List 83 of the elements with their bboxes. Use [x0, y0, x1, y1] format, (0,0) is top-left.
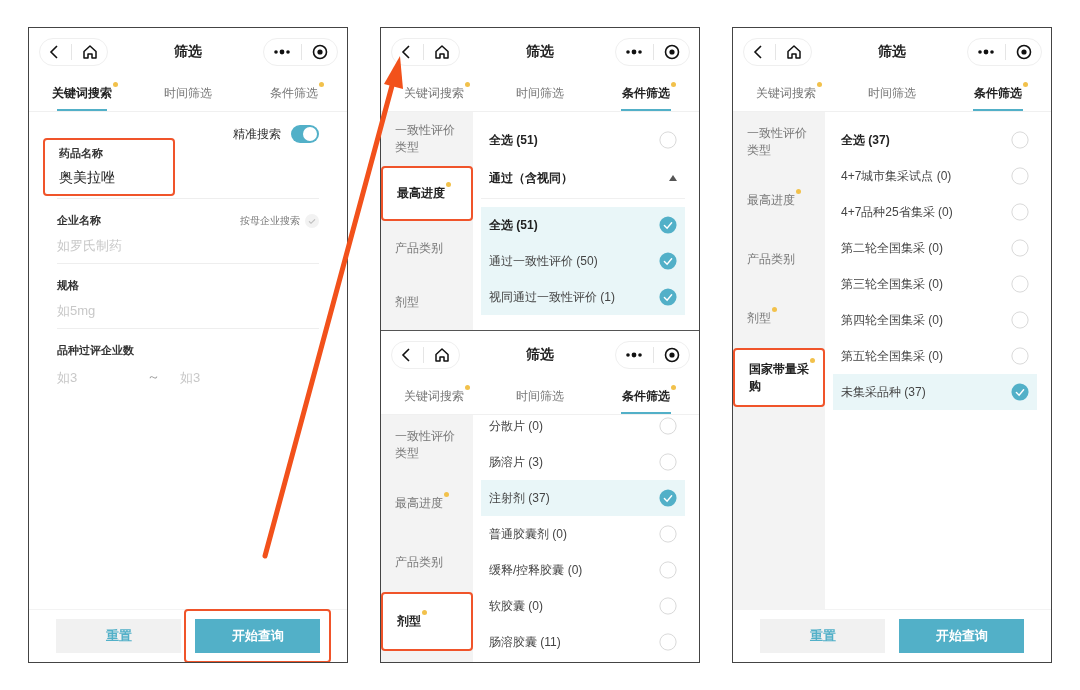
option-label[interactable]: 肠溶胶囊 (11) [489, 633, 561, 651]
home-icon[interactable] [434, 44, 450, 60]
option-label[interactable]: 肠溶片 (3) [489, 453, 543, 471]
page-title: 筛选 [174, 43, 202, 61]
option-label[interactable]: 全选 (37) [841, 131, 890, 149]
caret-up-icon[interactable] [669, 175, 677, 181]
radio-icon[interactable] [1011, 131, 1029, 149]
tab[interactable]: 时间筛选 [135, 76, 241, 111]
option-label[interactable]: 全选 (51) [489, 131, 538, 149]
radio-icon[interactable] [659, 417, 677, 435]
close-mini-program-icon[interactable] [664, 347, 680, 363]
radio-icon[interactable] [1011, 203, 1029, 221]
tab[interactable]: 关键词搜索 [29, 76, 135, 111]
field-label: 企业名称 [57, 213, 101, 228]
checked-radio-icon[interactable] [659, 288, 677, 306]
option-label[interactable]: 普通胶囊剂 (0) [489, 525, 567, 543]
radio-icon[interactable] [659, 525, 677, 543]
back-icon[interactable] [401, 348, 413, 362]
radio-icon[interactable] [659, 597, 677, 615]
checked-radio-icon[interactable] [1011, 383, 1029, 401]
sidebar-item[interactable]: 最高进度 [381, 166, 473, 222]
radio-icon[interactable] [659, 453, 677, 471]
checked-radio-icon[interactable] [659, 252, 677, 270]
tab[interactable]: 关键词搜索 [381, 379, 487, 414]
more-icon[interactable] [625, 352, 643, 358]
radio-icon[interactable] [1011, 311, 1029, 329]
radio-icon[interactable] [1011, 347, 1029, 365]
tab[interactable]: 时间筛选 [839, 76, 945, 111]
option-label[interactable]: 第四轮全国集采 (0) [841, 311, 943, 329]
option-label[interactable]: 缓释/控释胶囊 (0) [489, 561, 583, 579]
radio-icon[interactable] [1011, 167, 1029, 185]
close-mini-program-icon[interactable] [1016, 44, 1032, 60]
page-title: 筛选 [526, 43, 554, 61]
tab[interactable]: 条件筛选 [593, 379, 699, 414]
option-label[interactable]: 4+7品种25省集采 (0) [841, 203, 953, 221]
sidebar-item[interactable]: 国家带量采购 [733, 348, 825, 407]
radio-icon[interactable] [1011, 239, 1029, 257]
option-label[interactable]: 通过一致性评价 (50) [489, 252, 598, 270]
more-icon[interactable] [625, 49, 643, 55]
back-icon[interactable] [401, 45, 413, 59]
option-label[interactable]: 第三轮全国集采 (0) [841, 275, 943, 293]
toggle-switch[interactable] [291, 125, 319, 143]
tab[interactable]: 条件筛选 [945, 76, 1051, 111]
range-separator: ～ [147, 368, 161, 386]
home-icon[interactable] [82, 44, 98, 60]
back-icon[interactable] [753, 45, 765, 59]
tab[interactable]: 条件筛选 [593, 76, 699, 111]
option-label: 按母企业搜索 [240, 213, 300, 228]
home-icon[interactable] [434, 347, 450, 363]
sidebar-item[interactable]: 剂型 [381, 592, 473, 651]
page-title: 筛选 [526, 346, 554, 364]
tab[interactable]: 时间筛选 [487, 379, 593, 414]
radio-icon[interactable] [1011, 275, 1029, 293]
tab[interactable]: 关键词搜索 [733, 76, 839, 111]
more-icon[interactable] [977, 49, 995, 55]
checked-radio-icon[interactable] [659, 216, 677, 234]
radio-icon[interactable] [659, 633, 677, 651]
option-label[interactable]: 第五轮全国集采 (0) [841, 347, 943, 365]
toggle-label: 精准搜索 [233, 125, 281, 143]
close-mini-program-icon[interactable] [664, 44, 680, 60]
page-title: 筛选 [878, 43, 906, 61]
check-icon[interactable] [305, 213, 319, 228]
home-icon[interactable] [786, 44, 802, 60]
option-label[interactable]: 全选 (51) [489, 216, 538, 234]
radio-icon[interactable] [659, 561, 677, 579]
field-label: 药品名称 [59, 146, 104, 161]
option-label[interactable]: 分散片 (0) [489, 417, 543, 435]
option-label[interactable]: 4+7城市集采试点 (0) [841, 167, 952, 185]
option-label[interactable]: 视同通过一致性评价 (1) [489, 288, 615, 306]
tab[interactable]: 条件筛选 [241, 76, 347, 111]
back-icon[interactable] [49, 45, 61, 59]
close-mini-program-icon[interactable] [312, 44, 328, 60]
checked-radio-icon[interactable] [659, 489, 677, 507]
option-label[interactable]: 软胶囊 (0) [489, 597, 543, 615]
radio-icon[interactable] [659, 131, 677, 149]
field-label: 规格 [57, 278, 79, 293]
text-input[interactable]: 奥美拉唑 [59, 170, 159, 186]
option-label[interactable]: 第二轮全国集采 (0) [841, 239, 943, 257]
option-label[interactable]: 注射剂 (37) [489, 489, 550, 507]
tab[interactable]: 时间筛选 [487, 76, 593, 111]
group-label[interactable]: 通过（含视同） [489, 169, 573, 187]
field-label: 品种过评企业数 [57, 343, 135, 358]
more-icon[interactable] [273, 49, 291, 55]
